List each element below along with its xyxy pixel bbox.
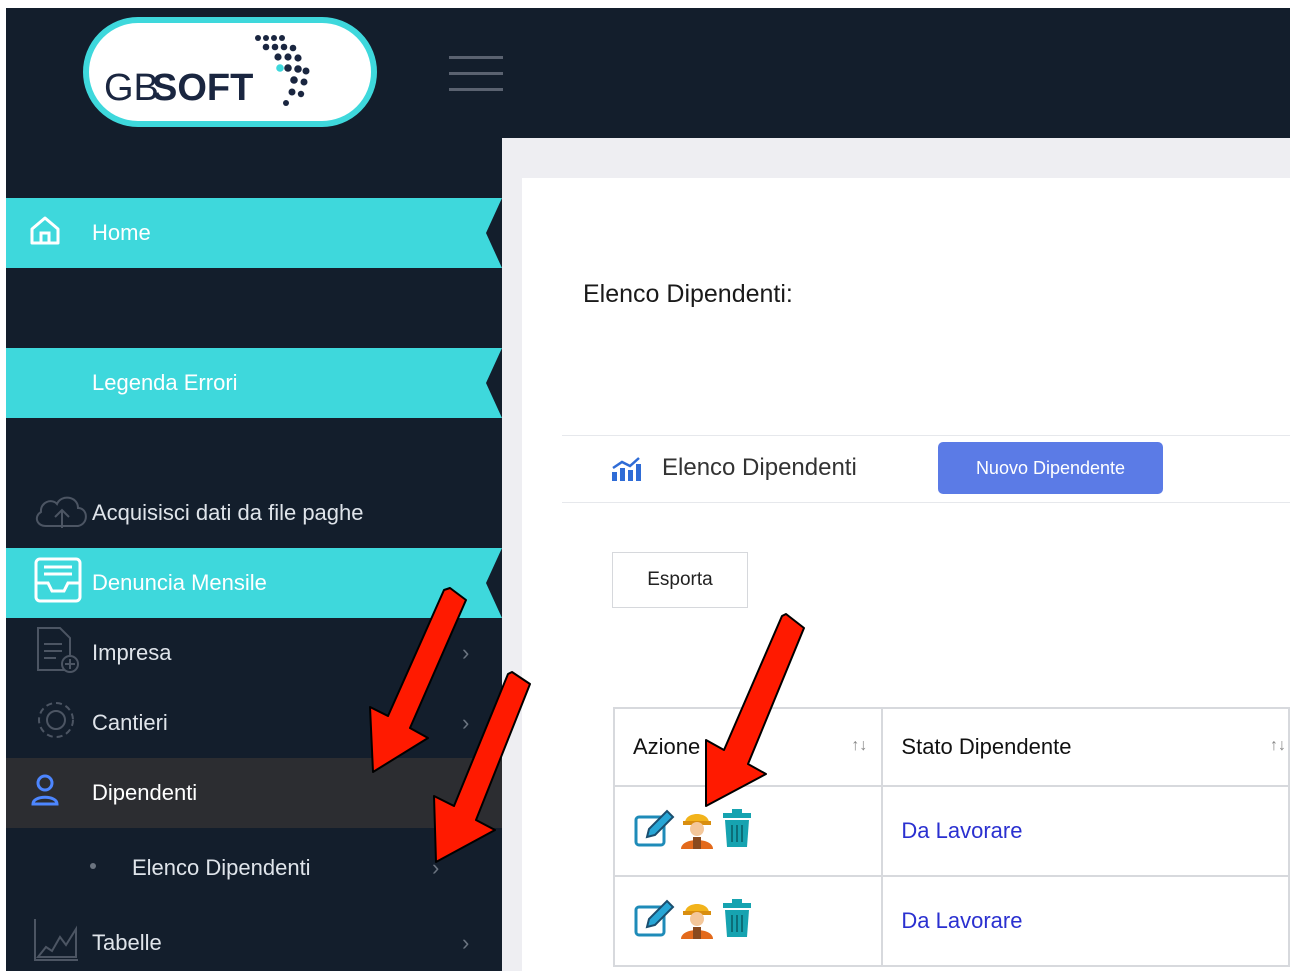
arrow-icon — [433, 671, 531, 863]
arrow-icon — [705, 613, 805, 807]
annotation-arrows — [369, 587, 805, 863]
arrow-icon — [369, 587, 467, 773]
